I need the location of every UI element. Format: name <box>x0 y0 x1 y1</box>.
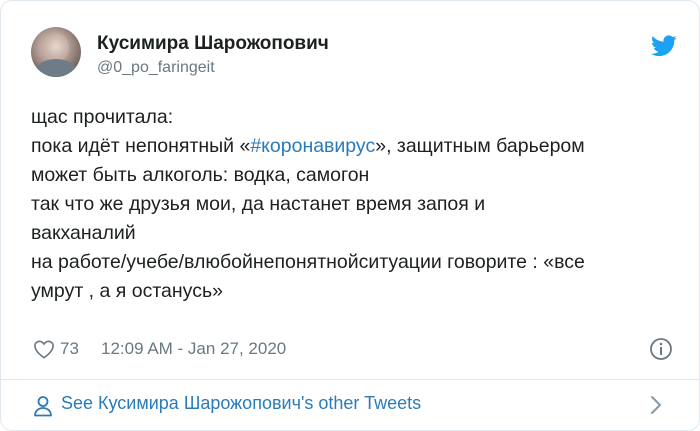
avatar[interactable] <box>31 27 81 77</box>
hashtag-link[interactable]: #коронавирус <box>250 135 375 157</box>
author-name[interactable]: Кусимира Шарожопович <box>97 33 329 55</box>
tweet-header: Кусимира Шарожопович @0_po_faringeit <box>31 27 677 83</box>
see-other-tweets-link[interactable]: See Кусимира Шарожопович's other Tweets <box>1 380 699 430</box>
tweet-text-line: может быть алкоголь: водка, самогон <box>31 164 370 186</box>
tweet-text: щас прочитала: пока идёт непонятный «#ко… <box>31 103 681 306</box>
tweet-text-line: на работе/учебе/влюбойнепонятнойситуации… <box>31 251 585 273</box>
info-icon[interactable] <box>649 337 673 361</box>
chevron-right-icon <box>651 396 661 414</box>
avatar-body-shape <box>35 59 77 77</box>
like-count: 73 <box>60 339 79 358</box>
heart-icon <box>34 340 54 359</box>
like-button[interactable]: 73 <box>33 339 79 359</box>
twitter-bird-icon[interactable] <box>651 35 677 57</box>
tweet-meta: 73 12:09 AM - Jan 27, 2020 <box>31 337 673 363</box>
author-handle[interactable]: @0_po_faringeit <box>97 59 215 77</box>
tweet-text-line: умрут , а я останусь» <box>31 280 223 302</box>
person-icon <box>34 396 52 417</box>
see-other-tweets-label: See Кусимира Шарожопович's other Tweets <box>61 393 422 413</box>
tweet-text-line: пока идёт непонятный «#коронавирус», защ… <box>31 132 681 161</box>
tweet-timestamp[interactable]: 12:09 AM - Jan 27, 2020 <box>101 339 286 359</box>
tweet-text-line: так что же друзья мои, да настанет время… <box>31 193 486 215</box>
tweet-text-fragment: », защитным барьером <box>375 135 585 157</box>
tweet-text-line: вакханалий <box>31 222 136 244</box>
tweet-text-line: щас прочитала: <box>31 106 174 128</box>
tweet-text-fragment: пока идёт непонятный « <box>31 135 251 157</box>
embedded-tweet-card: Кусимира Шарожопович @0_po_faringeit щас… <box>0 0 700 431</box>
